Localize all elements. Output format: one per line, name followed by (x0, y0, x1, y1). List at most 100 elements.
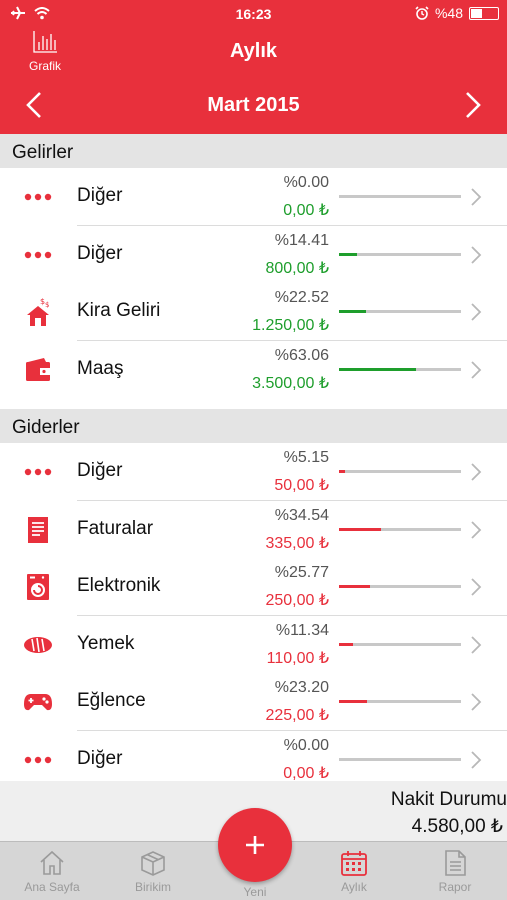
category-row[interactable]: Diğer %14.41 800,00 ₺ (0, 225, 507, 283)
dots-icon (22, 457, 54, 487)
category-percent: %63.06 (274, 346, 329, 364)
category-amount: 250,00 ₺ (265, 592, 329, 609)
category-name: Maaş (77, 357, 124, 379)
month-title: Mart 2015 (207, 94, 300, 116)
chevron-right-icon (469, 635, 483, 655)
add-new-button[interactable] (218, 808, 292, 882)
category-percent: %23.20 (274, 679, 329, 696)
category-amount: 1.250,00 ₺ (252, 317, 329, 334)
tab-ana-sayfa[interactable]: Ana Sayfa (7, 842, 97, 900)
progress-track (339, 195, 461, 198)
category-percent: %0.00 (283, 174, 329, 191)
category-percent: %5.15 (283, 449, 329, 466)
category-row[interactable]: Yemek %11.34 110,00 ₺ (0, 615, 507, 673)
progress-track (339, 527, 461, 531)
category-name: Faturalar (77, 517, 154, 539)
tab-label: Ana Sayfa (24, 880, 80, 894)
tab-label: Aylık (341, 880, 367, 894)
tab-yeni-label: Yeni (243, 885, 267, 899)
svg-text:$: $ (45, 301, 49, 309)
dots-icon (22, 240, 54, 270)
category-amount: 0,00 ₺ (283, 764, 329, 782)
progress-track (339, 700, 461, 703)
plus-icon (246, 836, 264, 854)
chevron-right-icon (469, 577, 483, 597)
dots-icon (22, 745, 54, 775)
category-name: Diğer (77, 185, 123, 206)
category-name: Eğlence (77, 690, 146, 711)
category-percent: %11.34 (275, 621, 329, 639)
category-name: Kira Geliri (77, 300, 161, 321)
status-right: %48 (415, 5, 499, 21)
progress-track (339, 252, 461, 256)
house-money-icon: $ $ (22, 297, 54, 327)
battery-icon (469, 6, 499, 20)
category-amount: 50,00 ₺ (274, 477, 329, 494)
category-amount: 3.500,00 ₺ (252, 374, 329, 392)
progress-track (339, 642, 461, 646)
chevron-right-icon (469, 692, 483, 712)
category-row[interactable]: Elektronik %25.77 250,00 ₺ (0, 558, 507, 615)
category-name: Yemek (77, 632, 135, 654)
category-row[interactable]: Faturalar %34.54 335,00 ₺ (0, 500, 507, 558)
progress-track (339, 757, 461, 761)
chevron-right-icon (469, 245, 483, 265)
expense-section-header: Giderler (0, 409, 507, 443)
tab-label: Rapor (438, 880, 472, 894)
category-row[interactable]: Diğer %0.00 0,00 ₺ (0, 730, 507, 788)
progress-bar (339, 252, 357, 256)
bread-icon (22, 630, 54, 660)
cash-summary-value: 4.580,00 ₺ (411, 816, 503, 837)
tab-aylik[interactable]: Aylık (309, 842, 399, 900)
cash-summary-label: Nakit Durumu (390, 789, 507, 810)
progress-track (339, 585, 461, 588)
category-percent: %34.54 (274, 506, 329, 524)
chevron-right-icon (469, 302, 483, 322)
nav-bar: Grafik Aylık (0, 28, 507, 78)
category-percent: %22.52 (274, 289, 329, 306)
category-amount: 0,00 ₺ (283, 202, 329, 219)
category-amount: 225,00 ₺ (265, 707, 329, 724)
category-percent: %0.00 (283, 736, 329, 754)
category-row[interactable]: Diğer %5.15 50,00 ₺ (0, 443, 507, 500)
progress-track (339, 470, 461, 473)
status-bar: 16:23 %48 (0, 0, 507, 28)
progress-track (339, 367, 461, 371)
battery-percent: %48 (434, 5, 463, 21)
category-amount: 110,00 ₺ (266, 649, 329, 667)
next-month-button[interactable] (457, 90, 487, 120)
box-icon (141, 851, 165, 876)
progress-bar (339, 585, 371, 588)
progress-bar (339, 642, 353, 646)
calendar-icon (341, 851, 367, 876)
progress-bar (339, 470, 346, 473)
progress-track (339, 310, 461, 313)
chevron-right-icon (469, 750, 483, 770)
dots-icon (22, 182, 54, 212)
category-row[interactable]: Maaş %63.06 3.500,00 ₺ (0, 340, 507, 398)
category-row[interactable]: $ $ Kira Geliri %22.52 1.250,00 ₺ (0, 283, 507, 340)
progress-bar (339, 310, 367, 313)
chevron-right-icon (469, 462, 483, 482)
chevron-right-icon (469, 360, 483, 380)
wallet-icon (22, 355, 54, 385)
tab-rapor[interactable]: Rapor (410, 842, 500, 900)
progress-bar (339, 527, 382, 531)
chevron-right-icon (469, 520, 483, 540)
month-selector: Mart 2015 (0, 78, 507, 134)
category-percent: %14.41 (274, 231, 329, 249)
tab-label: Birikim (135, 880, 171, 894)
income-section-header: Gelirler (0, 134, 507, 168)
page-title: Aylık (229, 40, 278, 62)
gamepad-icon (22, 687, 54, 717)
chevron-right-icon (469, 187, 483, 207)
report-icon (445, 850, 466, 876)
category-name: Elektronik (77, 575, 161, 596)
tab-birikim[interactable]: Birikim (108, 842, 198, 900)
category-row[interactable]: Eğlence %23.20 225,00 ₺ (0, 673, 507, 730)
category-name: Diğer (77, 460, 123, 481)
category-row[interactable]: Diğer %0.00 0,00 ₺ (0, 168, 507, 225)
progress-bar (339, 700, 368, 703)
category-name: Diğer (77, 747, 123, 769)
washing-machine-icon (22, 572, 54, 602)
